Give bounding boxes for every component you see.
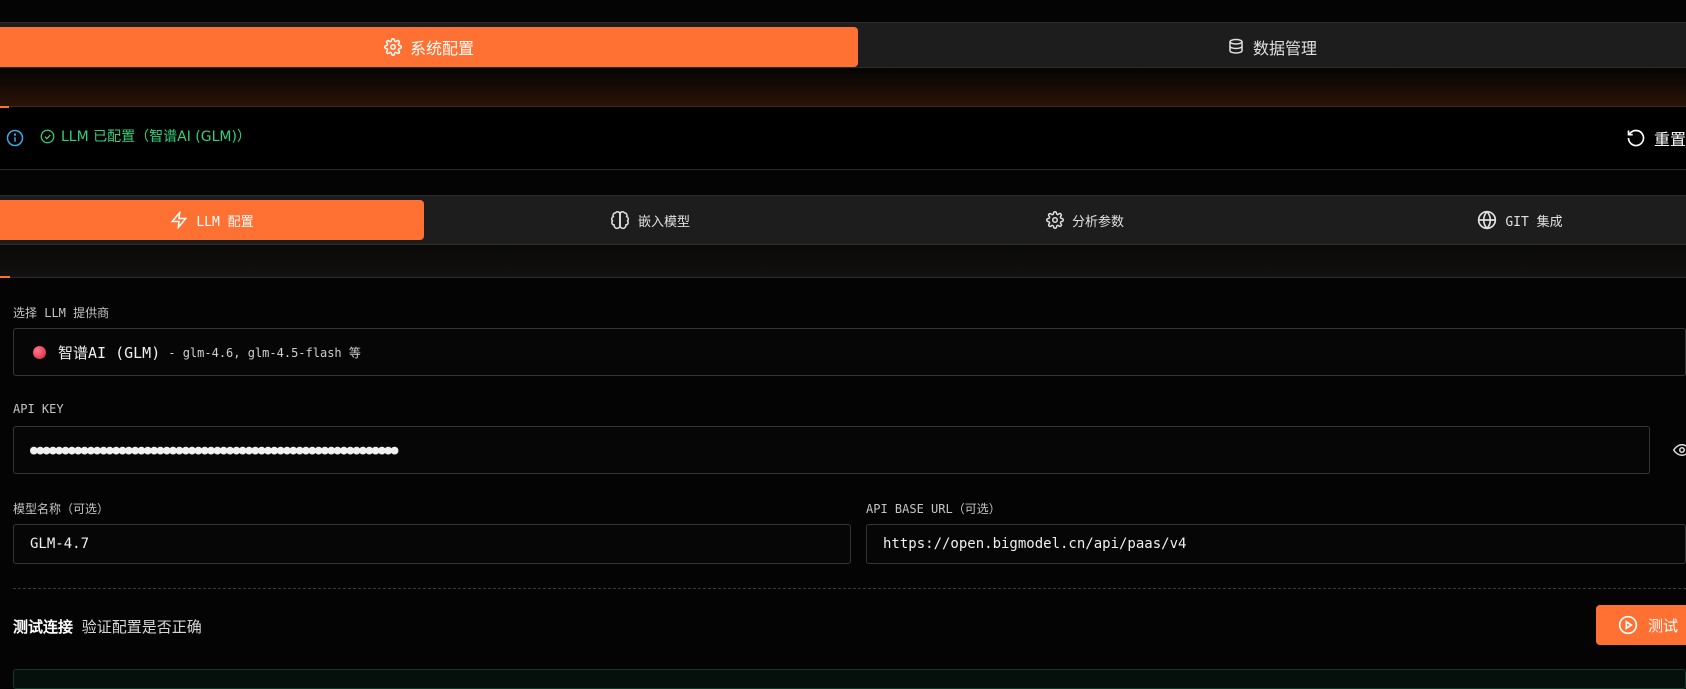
database-icon <box>1227 38 1245 56</box>
eye-icon[interactable] <box>1672 441 1686 459</box>
provider-color-dot <box>33 345 46 359</box>
api-base-url-input[interactable]: https://open.bigmodel.cn/api/paas/v4 <box>866 524 1686 564</box>
api-key-label: API KEY <box>13 402 64 416</box>
section-divider <box>0 68 1686 106</box>
provider-description: - glm-4.6, glm-4.5-flash 等 <box>168 345 361 360</box>
api-key-input[interactable]: ●●●●●●●●●●●●●●●●●●●●●●●●●●●●●●●●●●●●●●●●… <box>13 426 1650 474</box>
gear-icon <box>384 38 402 56</box>
api-base-url-value: https://open.bigmodel.cn/api/paas/v4 <box>883 536 1187 552</box>
reset-button[interactable]: 重置 <box>1626 126 1686 150</box>
play-circle-icon <box>1618 615 1638 635</box>
globe-icon <box>1477 210 1497 230</box>
status-bar <box>0 106 1686 170</box>
dashed-divider <box>13 588 1686 589</box>
tab-label: 系统配置 <box>409 39 474 58</box>
rotate-ccw-icon <box>1626 128 1646 148</box>
brain-icon <box>610 210 630 230</box>
tab-git-integration[interactable]: GIT 集成 <box>1308 200 1686 240</box>
reset-label: 重置 <box>1654 130 1686 149</box>
tab-data-management[interactable]: 数据管理 <box>858 27 1686 67</box>
tab-system-config[interactable]: 系统配置 <box>0 27 858 67</box>
tab-llm-config[interactable]: LLM 配置 <box>0 200 424 240</box>
model-name-input[interactable]: GLM-4.7 <box>13 524 851 564</box>
tab-label: 分析参数 <box>1071 214 1124 230</box>
gear-icon <box>1046 211 1064 229</box>
test-title: 测试连接 <box>13 618 74 636</box>
provider-name: 智谱AI (GLM) <box>58 343 161 362</box>
status-text: LLM 已配置（智谱AI (GLM)） <box>61 129 251 145</box>
tab-label: LLM 配置 <box>196 214 254 230</box>
provider-label: 选择 LLM 提供商 <box>13 306 110 320</box>
test-button[interactable]: 测试 <box>1596 605 1686 645</box>
status-message: LLM 已配置（智谱AI (GLM)） <box>40 126 251 146</box>
test-button-label: 测试 <box>1648 616 1679 635</box>
api-base-url-label: API BASE URL（可选） <box>866 502 1001 516</box>
tab-label: GIT 集成 <box>1505 214 1563 230</box>
tab-analysis-params[interactable]: 分析参数 <box>873 200 1297 240</box>
test-subtitle: 验证配置是否正确 <box>81 618 202 636</box>
section-divider <box>0 245 1686 278</box>
info-icon <box>6 129 24 147</box>
test-connection-heading: 测试连接 验证配置是否正确 <box>13 616 202 637</box>
model-name-value: GLM-4.7 <box>30 536 90 552</box>
provider-select[interactable]: 智谱AI (GLM) - glm-4.6, glm-4.5-flash 等 <box>13 328 1686 376</box>
tab-embedding-model[interactable]: 嵌入模型 <box>438 200 862 240</box>
tab-label: 嵌入模型 <box>637 214 690 230</box>
model-name-label: 模型名称（可选） <box>13 502 110 516</box>
bolt-icon <box>170 211 188 229</box>
status-accent <box>0 106 9 108</box>
divider-accent <box>0 276 10 278</box>
api-key-value: ●●●●●●●●●●●●●●●●●●●●●●●●●●●●●●●●●●●●●●●●… <box>30 442 398 458</box>
tab-label: 数据管理 <box>1252 39 1317 58</box>
check-circle-icon <box>40 129 55 144</box>
test-result-box <box>13 669 1686 689</box>
